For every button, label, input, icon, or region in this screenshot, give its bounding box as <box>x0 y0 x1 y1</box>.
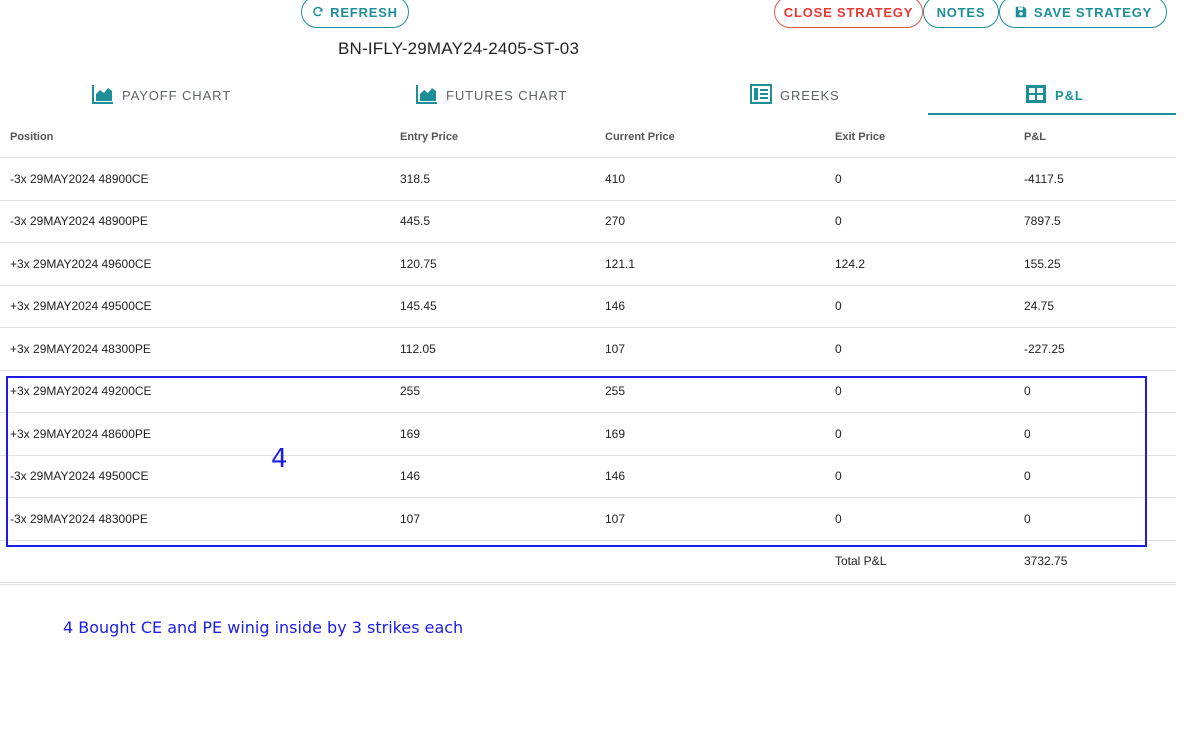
table-row: +3x 29MAY2024 48300PE 112.05 107 0 -227.25 <box>0 328 1176 371</box>
cell-position: -3x 29MAY2024 48900CE <box>10 171 149 186</box>
cell-current-price: 146 <box>605 299 626 314</box>
refresh-button[interactable]: REFRESH <box>301 0 409 28</box>
grid-icon <box>1025 84 1047 107</box>
tab-pnl[interactable]: P&L <box>1025 74 1084 116</box>
save-strategy-label: SAVE STRATEGY <box>1033 4 1153 20</box>
active-tab-indicator <box>928 113 1176 115</box>
cell-position: +3x 29MAY2024 49500CE <box>10 299 152 314</box>
cell-position: +3x 29MAY2024 48300PE <box>10 341 151 356</box>
cell-entry-price: 318.5 <box>400 171 431 186</box>
cell-position: +3x 29MAY2024 49600CE <box>10 256 152 271</box>
cell-entry-price: 145.45 <box>400 299 437 314</box>
save-icon <box>1014 5 1028 19</box>
cell-pnl: -227.25 <box>1024 341 1065 356</box>
cell-pnl: -4117.5 <box>1024 171 1064 186</box>
tab-label: PAYOFF CHART <box>122 87 232 103</box>
close-strategy-label: CLOSE STRATEGY <box>783 4 914 20</box>
cell-pnl: 24.75 <box>1024 299 1055 314</box>
notes-button[interactable]: NOTES <box>923 0 999 28</box>
column-header-current-price: Current Price <box>605 130 675 143</box>
table-icon <box>750 83 772 107</box>
cell-exit-price: 0 <box>835 341 842 356</box>
table-row: +3x 29MAY2024 49500CE 145.45 146 0 24.75 <box>0 286 1176 328</box>
annotation-highlight-box <box>6 376 1147 547</box>
cell-current-price: 121.1 <box>605 256 636 271</box>
area-chart-icon <box>92 84 114 107</box>
strategy-title: BN-IFLY-29MAY24-2405-ST-03 <box>338 39 580 58</box>
cell-exit-price: 0 <box>835 214 842 229</box>
area-chart-icon <box>416 84 438 107</box>
refresh-icon <box>312 6 324 18</box>
notes-label: NOTES <box>936 4 986 20</box>
cell-exit-price: 124.2 <box>835 256 866 271</box>
cell-position: -3x 29MAY2024 48900PE <box>10 214 148 229</box>
save-strategy-button[interactable]: SAVE STRATEGY <box>999 0 1167 28</box>
column-header-position: Position <box>10 130 54 143</box>
cell-current-price: 107 <box>605 341 626 356</box>
column-header-entry-price: Entry Price <box>400 130 459 143</box>
close-strategy-button[interactable]: CLOSE STRATEGY <box>774 0 923 28</box>
cell-entry-price: 445.5 <box>400 214 431 229</box>
tab-bar: PAYOFF CHART FUTURES CHART GREEKS P&L <box>0 74 1176 116</box>
tab-label: P&L <box>1055 87 1084 103</box>
cell-current-price: 270 <box>605 214 626 229</box>
cell-entry-price: 112.05 <box>400 341 436 356</box>
cell-exit-price: 0 <box>835 299 842 314</box>
tab-futures-chart[interactable]: FUTURES CHART <box>416 74 567 116</box>
tab-greeks[interactable]: GREEKS <box>750 74 840 116</box>
card-edge <box>0 584 1176 586</box>
tab-payoff-chart[interactable]: PAYOFF CHART <box>92 74 231 116</box>
column-header-pnl: P&L <box>1024 130 1046 143</box>
cell-entry-price: 120.75 <box>400 256 437 271</box>
refresh-label: REFRESH <box>330 4 398 20</box>
annotation-note: 4 Bought CE and PE winig inside by 3 str… <box>63 618 464 637</box>
annotation-number: 4 <box>271 444 288 474</box>
table-row: +3x 29MAY2024 49600CE 120.75 121.1 124.2 155… <box>0 243 1176 286</box>
table-header-row: Position Entry Price Current Price Exit … <box>0 116 1176 158</box>
tab-label: FUTURES CHART <box>446 87 568 103</box>
tab-label: GREEKS <box>780 87 840 103</box>
table-row: -3x 29MAY2024 48900CE 318.5 410 0 -4117.5 <box>0 158 1176 201</box>
cell-current-price: 410 <box>605 171 626 186</box>
column-header-exit-price: Exit Price <box>835 130 886 143</box>
cell-pnl: 155.25 <box>1024 256 1061 271</box>
cell-pnl: 7897.5 <box>1024 214 1061 229</box>
cell-exit-price: 0 <box>835 171 842 186</box>
table-row: -3x 29MAY2024 48900PE 445.5 270 0 7897.5 <box>0 201 1176 243</box>
